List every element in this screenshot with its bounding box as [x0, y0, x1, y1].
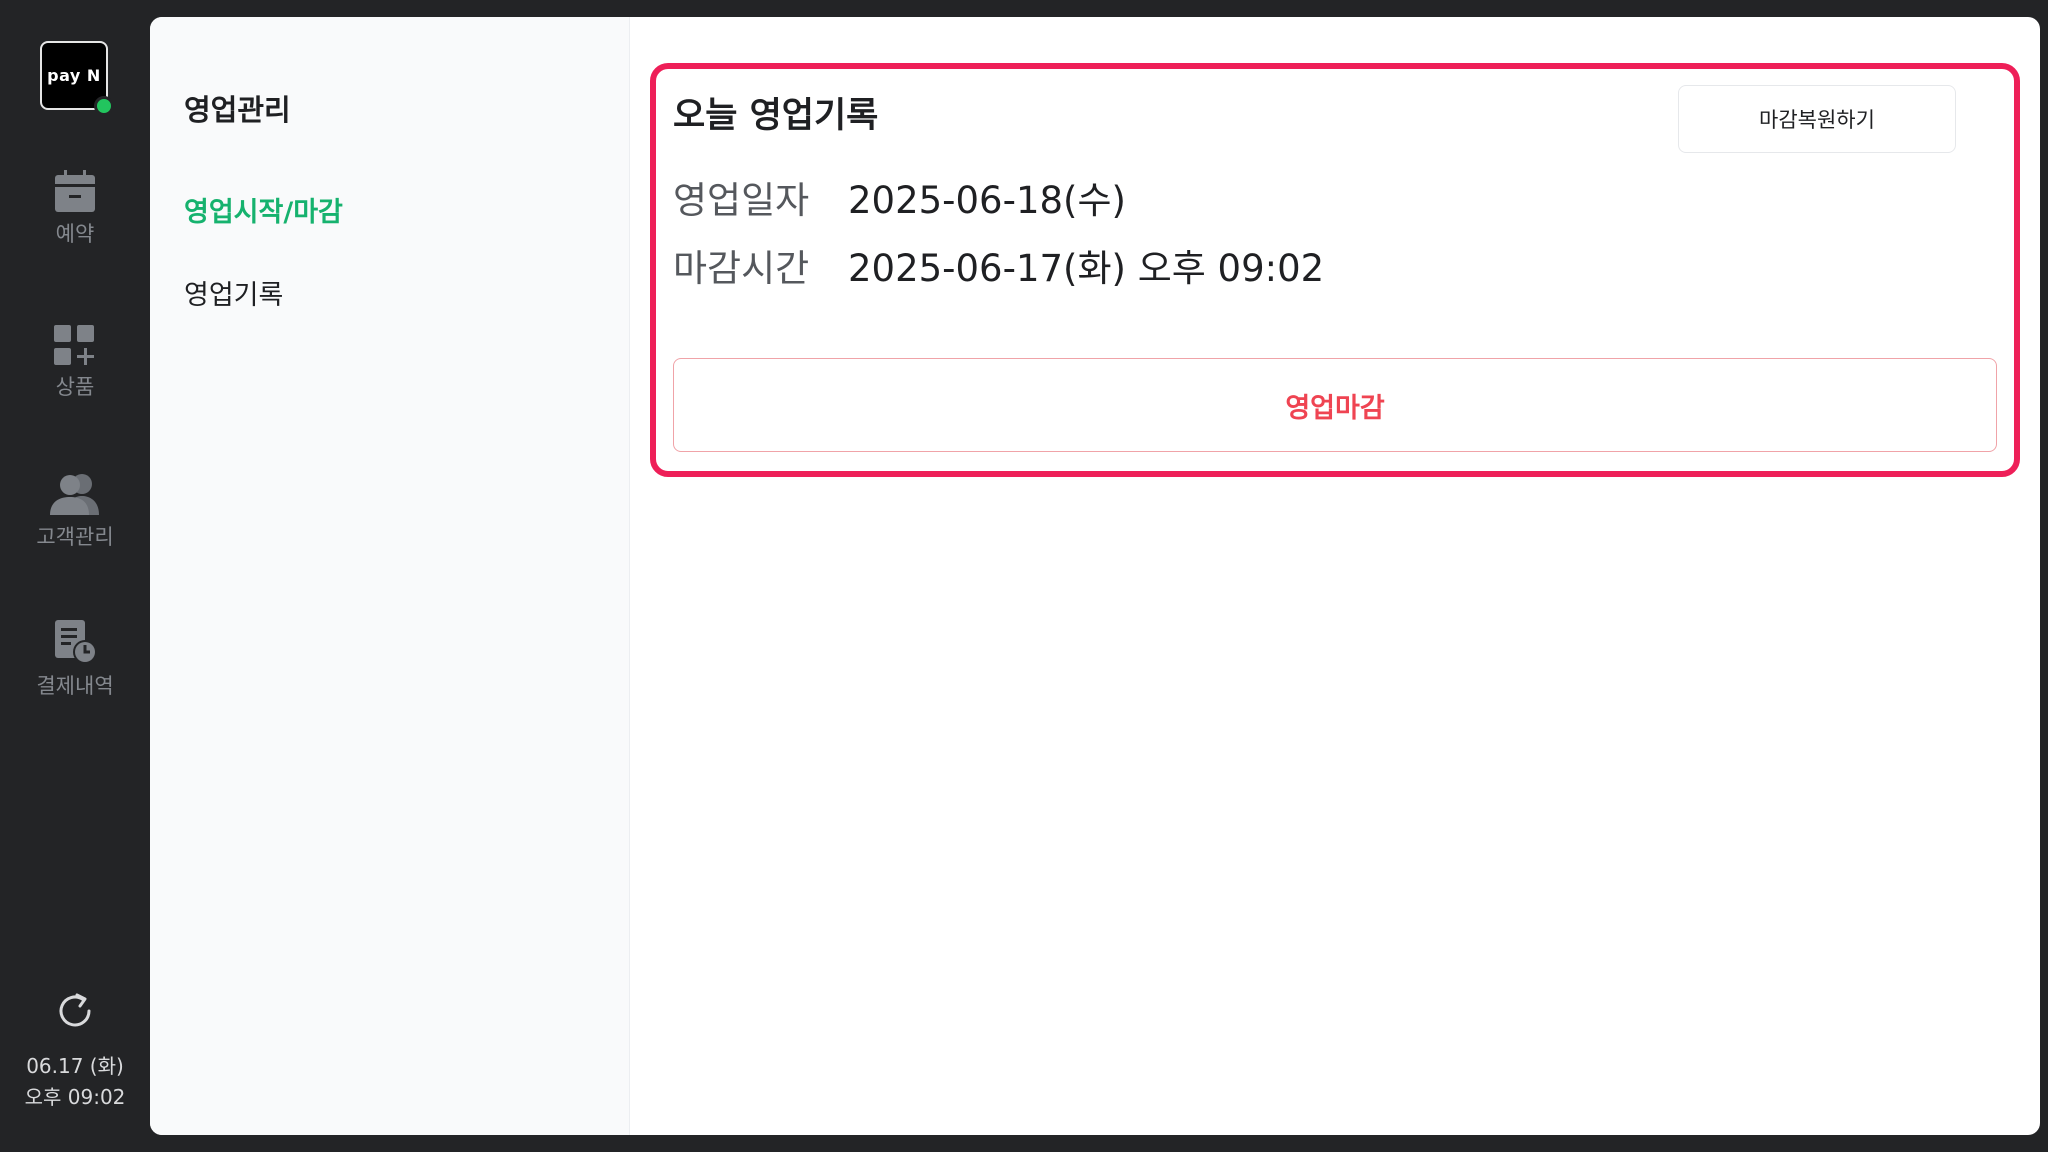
logo-text: pay N: [47, 66, 101, 85]
users-icon: [50, 474, 99, 515]
closing-time-label: 마감시간: [673, 247, 810, 290]
business-date-label: 영업일자: [673, 179, 810, 222]
rail-item-label: 결제내역: [36, 674, 114, 698]
app-window: pay N 예약 상품 고객관리 결제내역 06.17 (화) 오후 09:02…: [0, 0, 2048, 1152]
rail-item-label: 상품: [55, 375, 95, 399]
rail-item-products[interactable]: 상품: [0, 325, 150, 401]
online-status-dot: [94, 96, 114, 116]
rail-date: 06.17 (화): [26, 1054, 124, 1078]
business-date-value: 2025-06-18(수): [848, 179, 1126, 222]
main-panel: 영업관리 영업시작/마감 영업기록 오늘 영업기록 마감복원하기 영업일자 20…: [150, 17, 2040, 1135]
rail-time: 오후 09:02: [24, 1085, 126, 1109]
rail-item-label: 예약: [55, 222, 95, 246]
receipt-clock-icon: [55, 620, 97, 664]
card-title: 오늘 영업기록: [673, 96, 879, 136]
sales-submenu: 영업관리 영업시작/마감 영업기록: [150, 17, 630, 1135]
calendar-icon: [55, 170, 95, 212]
content-area: 오늘 영업기록 마감복원하기 영업일자 2025-06-18(수) 마감시간 2…: [630, 17, 2040, 1135]
restore-closing-button[interactable]: 마감복원하기: [1678, 85, 1956, 153]
payn-logo[interactable]: pay N: [40, 41, 114, 116]
refresh-icon[interactable]: [53, 989, 97, 1033]
closing-time-value: 2025-06-17(화) 오후 09:02: [848, 247, 1325, 290]
submenu-item-open-close[interactable]: 영업시작/마감: [184, 190, 343, 229]
side-rail: pay N 예약 상품 고객관리 결제내역 06.17 (화) 오후 09:02: [0, 0, 150, 1152]
close-business-button[interactable]: 영업마감: [673, 358, 1997, 452]
rail-item-label: 고객관리: [36, 525, 114, 549]
grid-plus-icon: [54, 325, 94, 365]
submenu-item-sales-records[interactable]: 영업기록: [184, 273, 283, 312]
rail-item-customers[interactable]: 고객관리: [0, 473, 150, 551]
submenu-title: 영업관리: [184, 93, 291, 127]
rail-item-reservation[interactable]: 예약: [0, 170, 150, 248]
rail-item-payments[interactable]: 결제내역: [0, 620, 150, 700]
